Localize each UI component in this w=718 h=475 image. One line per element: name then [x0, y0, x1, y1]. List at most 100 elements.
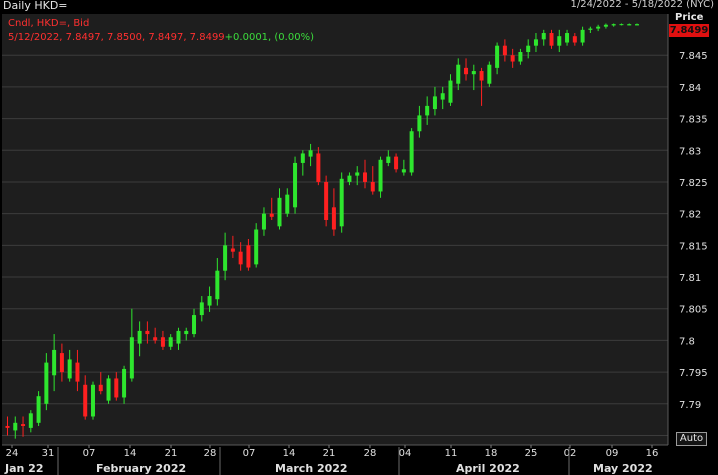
candle-body	[347, 175, 352, 182]
last-price-badge: 7.8499	[669, 24, 709, 37]
candle-body	[635, 24, 639, 26]
candle-body	[456, 64, 461, 84]
candle-body	[137, 330, 142, 344]
candle-body	[52, 349, 57, 376]
candle-body	[83, 384, 88, 417]
auto-scale-button[interactable]: Auto	[676, 432, 707, 446]
candle-body	[409, 131, 414, 173]
candle-body	[285, 194, 290, 214]
y-tick-label: 7.8	[679, 336, 695, 347]
y-tick-label: 7.79	[679, 400, 701, 411]
candle-body	[293, 162, 298, 208]
candle-body	[378, 159, 383, 192]
y-tick-label: 7.83	[679, 146, 701, 157]
date-range: 1/24/2022 - 5/18/2022 (NYC)	[570, 0, 714, 10]
x-tick-label: 25	[525, 448, 538, 459]
y-tick-label: 7.845	[679, 51, 708, 62]
candle-body	[223, 245, 228, 271]
candle-body	[160, 337, 165, 347]
y-tick-label: 7.815	[679, 241, 708, 252]
candle-body	[90, 384, 95, 417]
candle-body	[192, 315, 197, 335]
candle-body	[565, 33, 570, 43]
month-label: February 2022	[96, 462, 186, 475]
x-tick-label: 04	[399, 448, 412, 459]
candle-body	[518, 52, 523, 62]
candle-body	[425, 105, 430, 116]
x-tick-label: 07	[83, 448, 96, 459]
candle-body	[627, 24, 632, 26]
candle-body	[199, 302, 204, 316]
candle-body	[479, 71, 484, 81]
y-tick-label: 7.825	[679, 178, 708, 189]
candle-body	[145, 330, 150, 335]
candle-body	[300, 153, 305, 163]
candle-body	[122, 368, 127, 398]
candle-body	[254, 229, 259, 265]
candle-body	[129, 337, 134, 379]
candle-body	[308, 150, 313, 157]
x-tick-label: 11	[445, 448, 458, 459]
x-tick-label: 21	[323, 448, 336, 459]
legend-series: Cndl, HKD=, Bid	[8, 18, 90, 29]
candle-body	[603, 24, 608, 27]
candle-body	[370, 181, 375, 192]
candle-body	[168, 337, 173, 347]
candle-body	[580, 29, 585, 43]
candle-body	[36, 396, 41, 423]
candle-body	[67, 359, 72, 379]
candle-body	[596, 26, 601, 29]
month-label: Jan 22	[4, 462, 43, 475]
candle-body	[495, 45, 500, 68]
candle-body	[355, 172, 360, 176]
candle-body	[471, 71, 476, 75]
candle-body	[440, 93, 445, 100]
candle-body	[386, 156, 391, 163]
candle-body	[5, 425, 10, 428]
y-tick-label: 7.84	[679, 83, 701, 94]
candle-body	[448, 80, 453, 103]
candle-body	[417, 115, 422, 132]
y-tick-label: 7.795	[679, 368, 708, 379]
candle-body	[269, 213, 274, 217]
month-label: March 2022	[275, 462, 348, 475]
candle-body	[44, 362, 49, 404]
candlestick-chart[interactable]: 7.7857.797.7957.87.8057.817.8157.827.825…	[0, 12, 718, 475]
candle-body	[114, 378, 119, 398]
price-axis-label: Price	[675, 12, 704, 23]
x-tick-label: 09	[606, 448, 619, 459]
y-tick-label: 7.835	[679, 115, 708, 126]
month-label: April 2022	[456, 462, 520, 475]
candle-body	[13, 422, 18, 431]
candle-body	[230, 248, 235, 252]
candle-body	[394, 156, 399, 170]
candle-body	[316, 153, 321, 182]
candle-body	[526, 45, 531, 53]
x-tick-label: 18	[485, 448, 498, 459]
candle-body	[339, 178, 344, 227]
candle-body	[619, 24, 624, 26]
candle-body	[98, 384, 103, 392]
candle-body	[557, 36, 562, 46]
candle-body	[432, 96, 437, 110]
candle-body	[21, 424, 26, 426]
candle-body	[401, 169, 406, 173]
candle-body	[106, 378, 111, 401]
x-tick-label: 28	[364, 448, 377, 459]
candle-body	[207, 296, 212, 306]
candle-body	[572, 36, 577, 43]
month-label: May 2022	[593, 462, 653, 475]
x-tick-label: 07	[243, 448, 256, 459]
candle-body	[541, 33, 546, 40]
candle-body	[464, 67, 469, 75]
candle-body	[362, 172, 367, 182]
x-tick-label: 28	[204, 448, 217, 459]
x-tick-label: 14	[124, 448, 137, 459]
candle-body	[75, 362, 80, 382]
candle-body	[153, 337, 158, 341]
candle-body	[549, 33, 554, 46]
candle-body	[277, 197, 282, 227]
legend-change: +0.0001, (0.00%)	[224, 32, 314, 43]
x-tick-label: 21	[165, 448, 178, 459]
candle-body	[533, 39, 538, 46]
